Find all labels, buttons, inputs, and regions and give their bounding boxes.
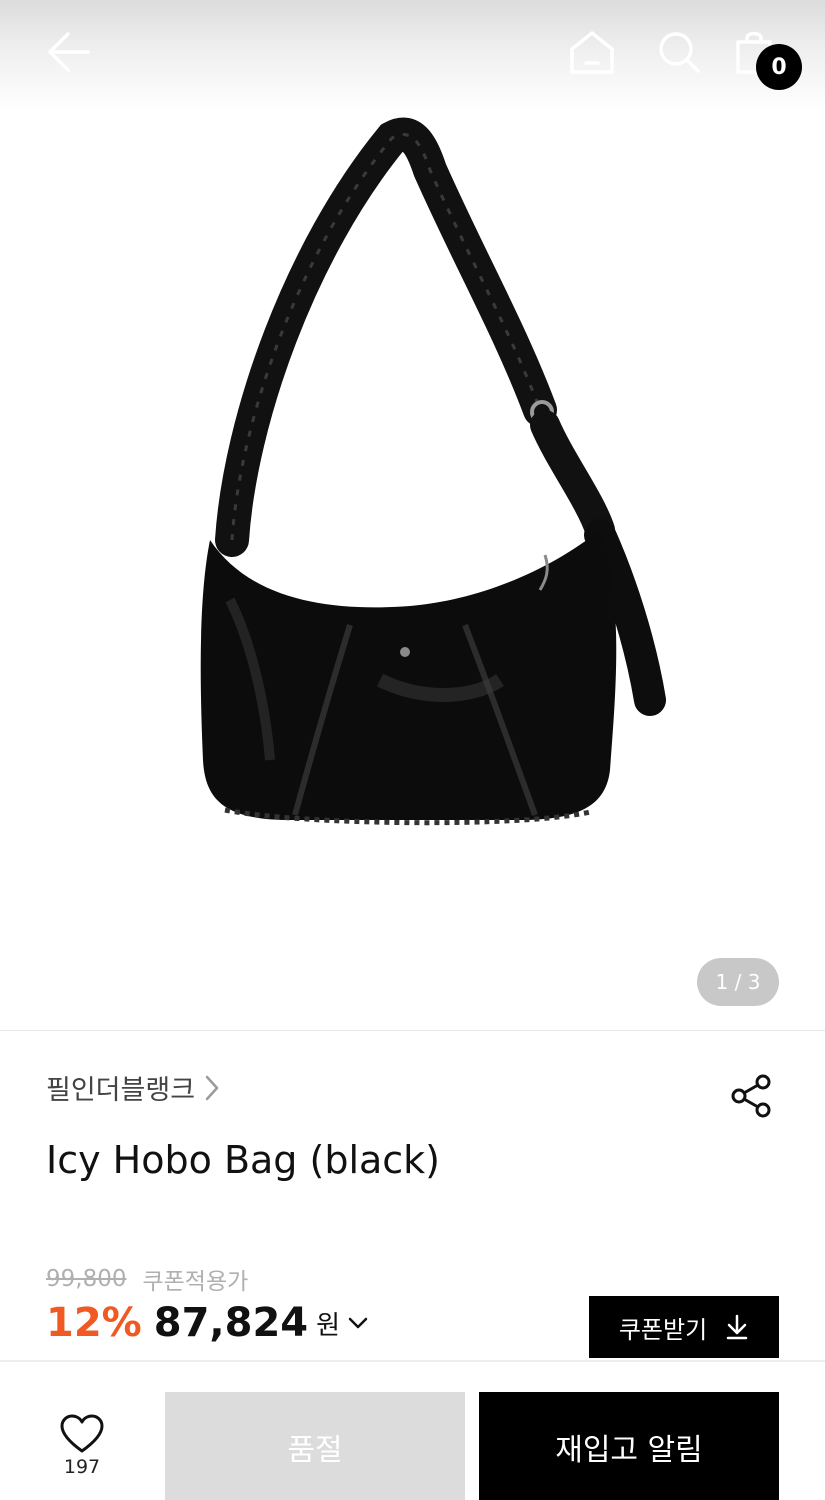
- share-button[interactable]: [726, 1070, 778, 1122]
- coupon-price-label: 쿠폰적용가: [142, 1269, 249, 1295]
- product-image: [200, 117, 666, 826]
- coupon-button-label: 쿠폰받기: [618, 1315, 708, 1344]
- home-icon: [570, 31, 614, 74]
- download-coupon-button[interactable]: 쿠폰받기: [589, 1296, 779, 1358]
- arrow-left-icon: [48, 32, 90, 72]
- product-image-gallery[interactable]: [0, 0, 825, 1030]
- sale-price: 87,824: [153, 1300, 309, 1346]
- download-icon: [726, 1314, 748, 1340]
- image-page-indicator: 1 / 3: [697, 958, 779, 1006]
- price-detail-toggle[interactable]: [348, 1316, 368, 1330]
- wishlist-count: 197: [63, 1456, 101, 1478]
- restock-alert-button[interactable]: 재입고 알림: [479, 1392, 779, 1500]
- discount-rate: 12%: [46, 1300, 142, 1346]
- cart-count-badge: 0: [756, 44, 802, 90]
- top-navigation-bar: 0: [0, 0, 825, 110]
- sale-price-row[interactable]: 12% 87,824 원: [46, 1300, 368, 1346]
- original-price-row: 99,800 쿠폰적용가: [46, 1262, 248, 1296]
- home-button[interactable]: [563, 24, 621, 80]
- chevron-down-icon: [348, 1317, 368, 1329]
- brand-name: 필인더블랭크: [46, 1075, 196, 1106]
- wishlist-button[interactable]: 197: [36, 1414, 128, 1494]
- currency-unit: 원: [316, 1310, 341, 1341]
- sold-out-button[interactable]: 품절: [165, 1392, 465, 1500]
- brand-link[interactable]: 필인더블랭크: [46, 1068, 219, 1107]
- search-button[interactable]: [652, 24, 706, 80]
- chevron-right-icon: [205, 1075, 219, 1100]
- cart-button[interactable]: 0: [734, 24, 804, 90]
- product-title: Icy Hobo Bag (black): [46, 1138, 441, 1182]
- share-icon: [731, 1074, 771, 1118]
- heart-icon: [60, 1414, 104, 1453]
- search-icon: [659, 32, 700, 73]
- original-price: 99,800: [46, 1266, 127, 1292]
- back-button[interactable]: [40, 26, 96, 78]
- bottom-action-bar: 197 품절 재입고 알림: [0, 1360, 825, 1500]
